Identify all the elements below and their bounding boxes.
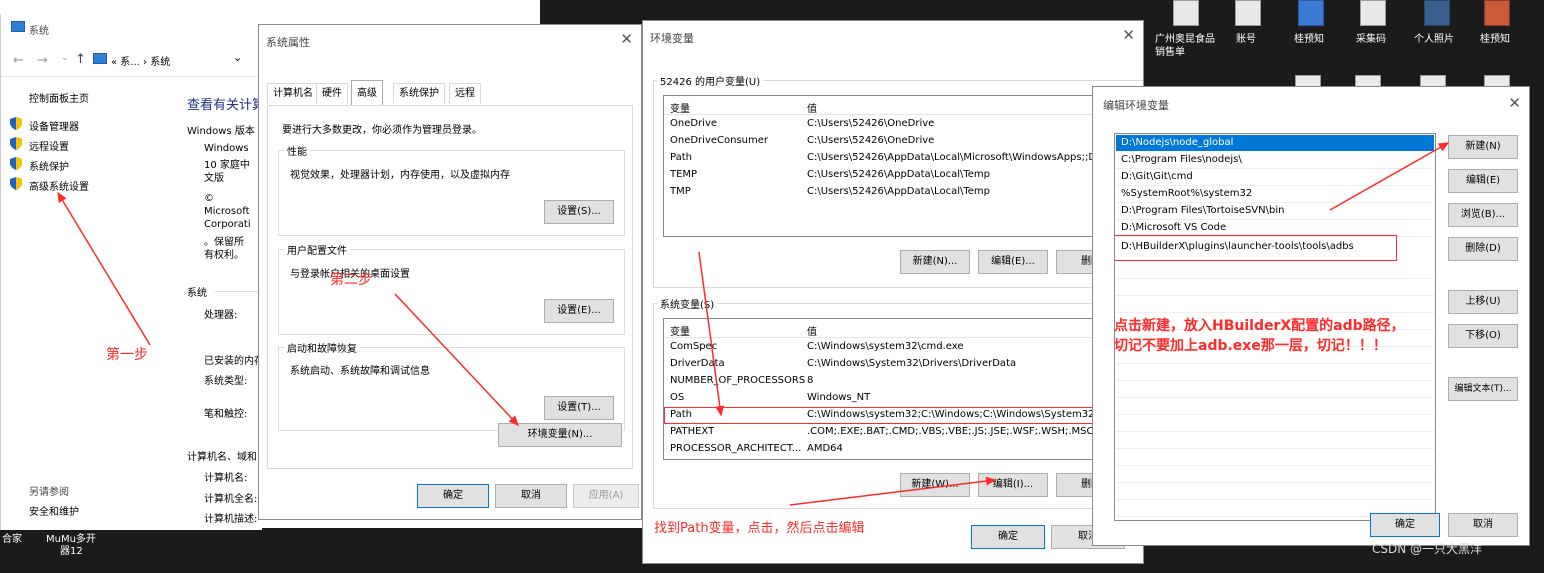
arrow-step2 — [394, 293, 520, 427]
arrow-find-path — [698, 251, 725, 417]
arrow-step1 — [57, 191, 151, 346]
arrow-edit-button — [789, 476, 997, 506]
annotation-arrows — [57, 142, 1450, 506]
arrow-new-button — [1329, 142, 1450, 211]
tab-advanced[interactable]: 高级 — [351, 80, 383, 105]
